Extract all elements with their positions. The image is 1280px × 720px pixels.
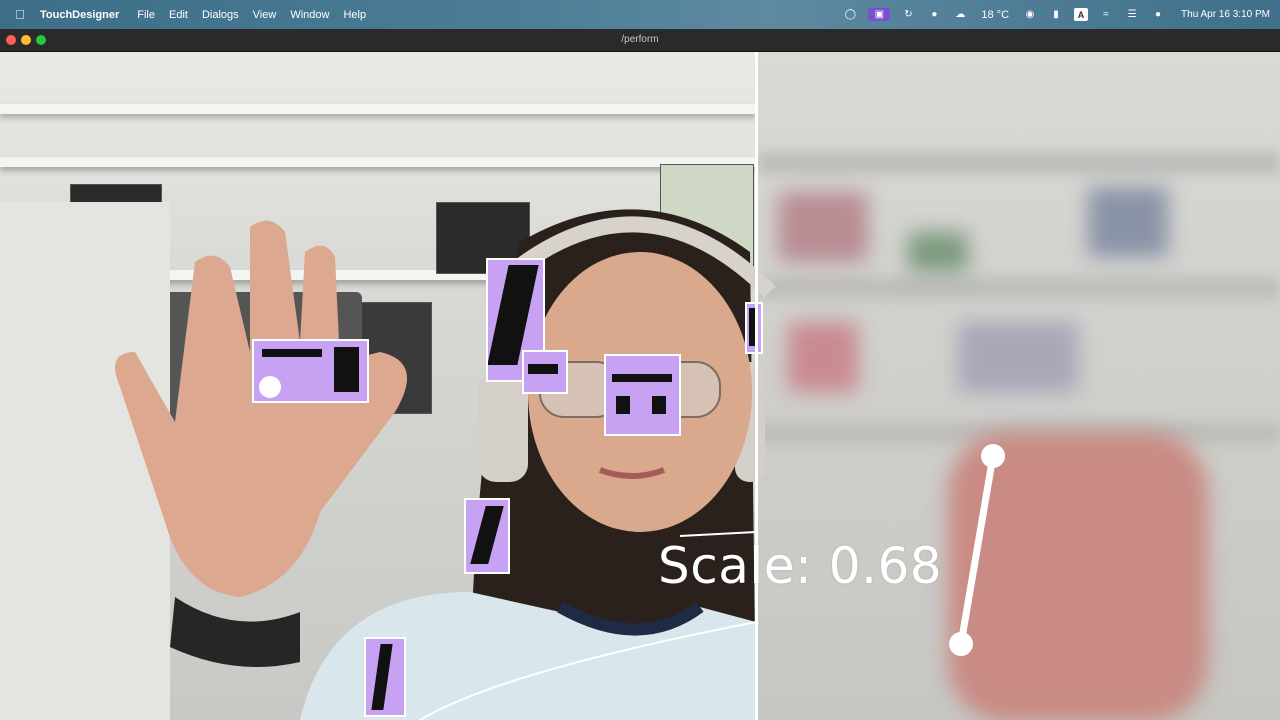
scale-gesture-line <box>957 452 997 648</box>
control-panel-icon[interactable]: ☰ <box>1124 8 1140 21</box>
menu-edit[interactable]: Edit <box>169 9 188 21</box>
split-divider <box>755 52 758 720</box>
menu-file[interactable]: File <box>137 9 155 21</box>
window-titlebar: /perform <box>0 29 1280 52</box>
control-center-icon[interactable]: ◯ <box>842 8 858 21</box>
menu-dialogs[interactable]: Dialogs <box>202 9 239 21</box>
scale-handle-bottom <box>949 632 973 656</box>
user-icon[interactable]: ● <box>1150 8 1166 21</box>
menu-bar:  TouchDesigner File Edit Dialogs View W… <box>0 0 1280 29</box>
battery-icon[interactable]: ▮ <box>1048 8 1064 21</box>
input-source-badge[interactable]: A <box>1074 8 1089 21</box>
weather-status[interactable]: 18 °C <box>981 9 1009 21</box>
perform-canvas[interactable]: Scale: 0.68 <box>0 52 1280 720</box>
cloud-icon[interactable]: ☁ <box>952 8 968 21</box>
tracking-curve <box>419 621 757 720</box>
menu-window[interactable]: Window <box>290 9 329 21</box>
apple-logo-icon[interactable]:  <box>0 7 40 22</box>
scale-readout: Scale: 0.68 <box>658 537 943 595</box>
scale-handle-top <box>981 444 1005 468</box>
menu-app-name[interactable]: TouchDesigner <box>40 9 119 21</box>
window-title: /perform <box>621 34 659 45</box>
sync-icon[interactable]: ↻ <box>900 8 916 21</box>
chat-icon[interactable]: ● <box>926 8 942 21</box>
tracking-line <box>679 531 757 537</box>
clock[interactable]: Thu Apr 16 3:10 PM <box>1181 9 1270 20</box>
screen-record-icon[interactable]: ▣ <box>868 8 891 21</box>
wifi-icon[interactable]: ≈ <box>1098 8 1114 21</box>
focus-icon[interactable]: ◉ <box>1022 8 1038 21</box>
overlay-graphics <box>419 444 1005 720</box>
close-window-button[interactable] <box>6 35 16 45</box>
menu-help[interactable]: Help <box>343 9 366 21</box>
menu-view[interactable]: View <box>253 9 277 21</box>
maximize-window-button[interactable] <box>36 35 46 45</box>
status-area: ◯ ▣ ↻ ● ☁ 18 °C ◉ ▮ A ≈ ☰ ● Thu Apr 16 3… <box>837 0 1280 29</box>
minimize-window-button[interactable] <box>21 35 31 45</box>
